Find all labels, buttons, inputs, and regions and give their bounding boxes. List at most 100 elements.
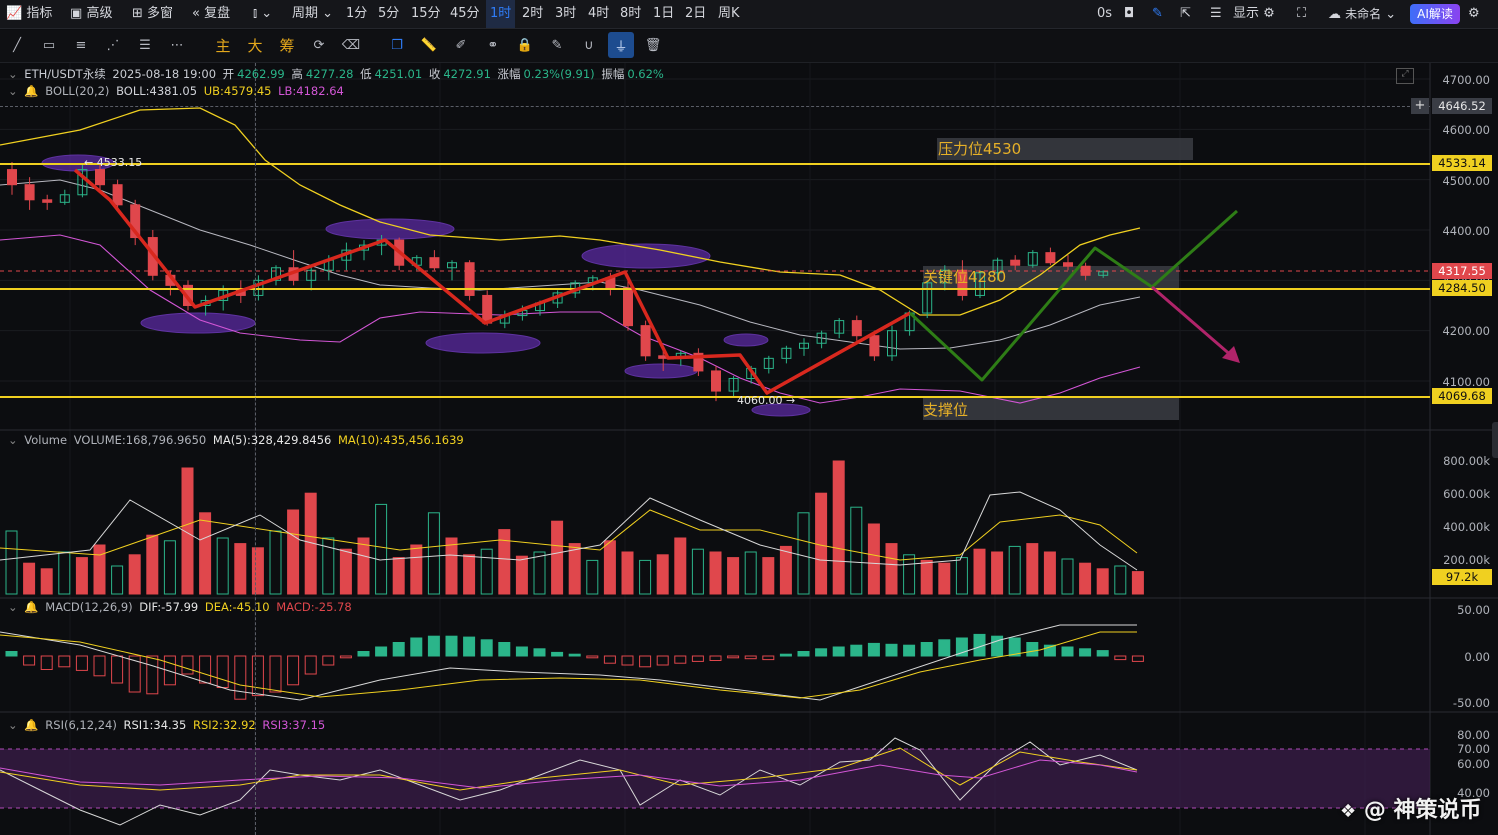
volume-bar bbox=[410, 544, 423, 595]
chevron-down-icon: ⌄ bbox=[322, 6, 334, 21]
volume-bar bbox=[656, 554, 669, 595]
chart-type-button[interactable]: ⫾ ⌄ bbox=[253, 0, 272, 28]
volume-bars bbox=[0, 460, 1144, 595]
advanced-button[interactable]: ▣ 高级 bbox=[70, 0, 112, 28]
volume-bar bbox=[973, 548, 986, 595]
refresh-icon[interactable]: ⟳ bbox=[306, 32, 332, 58]
indicator-button[interactable]: 📈 指标 bbox=[6, 0, 52, 28]
magnet-icon[interactable]: ∪ bbox=[576, 32, 602, 58]
volume-bar bbox=[1131, 571, 1144, 595]
side-panel-handle[interactable] bbox=[1492, 422, 1498, 458]
candle-body bbox=[1063, 262, 1073, 267]
add-alert-icon[interactable]: + bbox=[1411, 98, 1429, 114]
menu-icon[interactable]: ☰ bbox=[1210, 0, 1222, 28]
maximize-icon[interactable]: ⤢ bbox=[1396, 68, 1414, 84]
grid-icon: ⊞ bbox=[132, 6, 143, 21]
volume-bar bbox=[515, 555, 528, 595]
macd-histogram-bar bbox=[304, 655, 317, 675]
interval-1d[interactable]: 1日 bbox=[653, 0, 674, 28]
macd-histogram-bar bbox=[445, 635, 458, 657]
fullscreen-exit-icon[interactable]: ⇱ bbox=[1180, 0, 1191, 28]
lock-icon[interactable]: 🔒 bbox=[512, 32, 538, 58]
ruler-icon[interactable]: 📏 bbox=[416, 32, 442, 58]
macd-histogram-bar bbox=[991, 635, 1004, 657]
macd-histogram-bar bbox=[779, 653, 792, 657]
macd-histogram-bar bbox=[146, 655, 159, 695]
interval-2h[interactable]: 2时 bbox=[522, 0, 543, 28]
collapse-icon[interactable]: ⌄ bbox=[8, 84, 18, 98]
macd-histogram-bar bbox=[533, 648, 546, 657]
candle-body bbox=[429, 257, 440, 269]
rectangle-tool-icon[interactable]: ▭ bbox=[36, 32, 62, 58]
pencil-icon[interactable]: ✎ bbox=[1152, 0, 1163, 28]
interval-15m[interactable]: 15分 bbox=[411, 0, 441, 28]
macd-histogram-bar bbox=[463, 636, 476, 657]
interval-1h[interactable]: 1时 bbox=[486, 0, 516, 28]
macd-histogram-bar bbox=[199, 655, 212, 684]
collapse-icon[interactable]: ⌄ bbox=[8, 718, 18, 732]
axis-label: 4500.00 bbox=[1442, 174, 1490, 188]
bell-icon[interactable]: 🔔 bbox=[24, 600, 38, 614]
macd-histogram-bar bbox=[5, 651, 18, 657]
interval-3h[interactable]: 3时 bbox=[555, 0, 576, 28]
multi-window-button[interactable]: ⊞ 多窗 bbox=[132, 0, 173, 28]
macd-histogram-bar bbox=[357, 651, 370, 657]
volume-bar bbox=[533, 551, 546, 595]
display-button[interactable]: 显示 ⚙ bbox=[1233, 0, 1275, 28]
volume-bar bbox=[40, 568, 53, 595]
interval-2d[interactable]: 2日 bbox=[685, 0, 706, 28]
volume-bar bbox=[938, 562, 951, 595]
fibonacci-icon[interactable]: ⋰ bbox=[100, 32, 126, 58]
copy-icon[interactable]: ❐ bbox=[384, 32, 410, 58]
volume-bar bbox=[58, 551, 71, 595]
edit-icon[interactable]: ✎ bbox=[544, 32, 570, 58]
eraser-icon[interactable]: ⌫ bbox=[338, 32, 364, 58]
layout-name-dropdown[interactable]: ☁ 未命名 ⌄ bbox=[1328, 0, 1396, 28]
support-price-tag: 4069.68 bbox=[1432, 388, 1492, 404]
volume-bar bbox=[463, 554, 476, 595]
line-tool-icon[interactable]: ╱ bbox=[4, 32, 30, 58]
binoculars-icon[interactable]: ⚭ bbox=[480, 32, 506, 58]
chip-distribution-button[interactable]: 筹 bbox=[274, 32, 300, 58]
interval-1m[interactable]: 1分 bbox=[346, 0, 367, 28]
volume-bar bbox=[621, 551, 634, 595]
macd-histogram-bar bbox=[938, 639, 951, 657]
interval-8h[interactable]: 8时 bbox=[620, 0, 641, 28]
horizontal-lines-icon[interactable]: ☰ bbox=[132, 32, 158, 58]
parallel-lines-icon[interactable]: ≡ bbox=[68, 32, 94, 58]
macd-histogram-bar bbox=[392, 642, 405, 657]
collapse-icon[interactable]: ⌄ bbox=[8, 433, 18, 447]
key-price-tag: 4284.50 bbox=[1432, 280, 1492, 296]
trash-icon[interactable]: 🗑 bbox=[640, 32, 666, 58]
main-force-button[interactable]: 主 bbox=[210, 32, 236, 58]
big-order-button[interactable]: 大 bbox=[242, 32, 268, 58]
replay-button[interactable]: « 复盘 bbox=[192, 0, 230, 28]
brush-icon[interactable]: ✐ bbox=[448, 32, 474, 58]
interval-45m[interactable]: 45分 bbox=[450, 0, 480, 28]
collapse-icon[interactable]: ⌄ bbox=[8, 600, 18, 614]
volume-bar bbox=[727, 557, 740, 595]
volume-bar bbox=[128, 554, 141, 595]
bell-icon[interactable]: 🔔 bbox=[24, 718, 38, 732]
camera-icon[interactable]: ◘ bbox=[1124, 0, 1134, 28]
volume-bar bbox=[762, 557, 775, 595]
expand-icon[interactable]: ⛶ bbox=[1297, 0, 1306, 28]
candle-body bbox=[95, 169, 105, 186]
macd-histogram-bar bbox=[955, 637, 968, 657]
interval-4h[interactable]: 4时 bbox=[588, 0, 609, 28]
settings-icon[interactable]: ⚙ bbox=[1468, 0, 1480, 28]
interval-1w[interactable]: 周K bbox=[718, 0, 740, 28]
volume-ma5-line bbox=[0, 491, 1138, 571]
axis-label: 60.00 bbox=[1457, 757, 1490, 771]
more-icon[interactable]: ⋯ bbox=[164, 32, 190, 58]
volume-bar bbox=[551, 520, 564, 595]
collapse-icon[interactable]: ⌄ bbox=[8, 67, 18, 81]
interval-5m[interactable]: 5分 bbox=[378, 0, 399, 28]
volume-bar bbox=[1114, 565, 1127, 595]
candle-body bbox=[112, 184, 123, 206]
filter-icon[interactable]: ⏚ bbox=[608, 32, 634, 58]
ai-analysis-button[interactable]: AI解读 bbox=[1410, 4, 1460, 24]
period-dropdown[interactable]: 周期 ⌄ bbox=[292, 0, 333, 28]
low-marker: 4060.00 → bbox=[737, 394, 796, 407]
bell-icon[interactable]: 🔔 bbox=[24, 84, 38, 98]
